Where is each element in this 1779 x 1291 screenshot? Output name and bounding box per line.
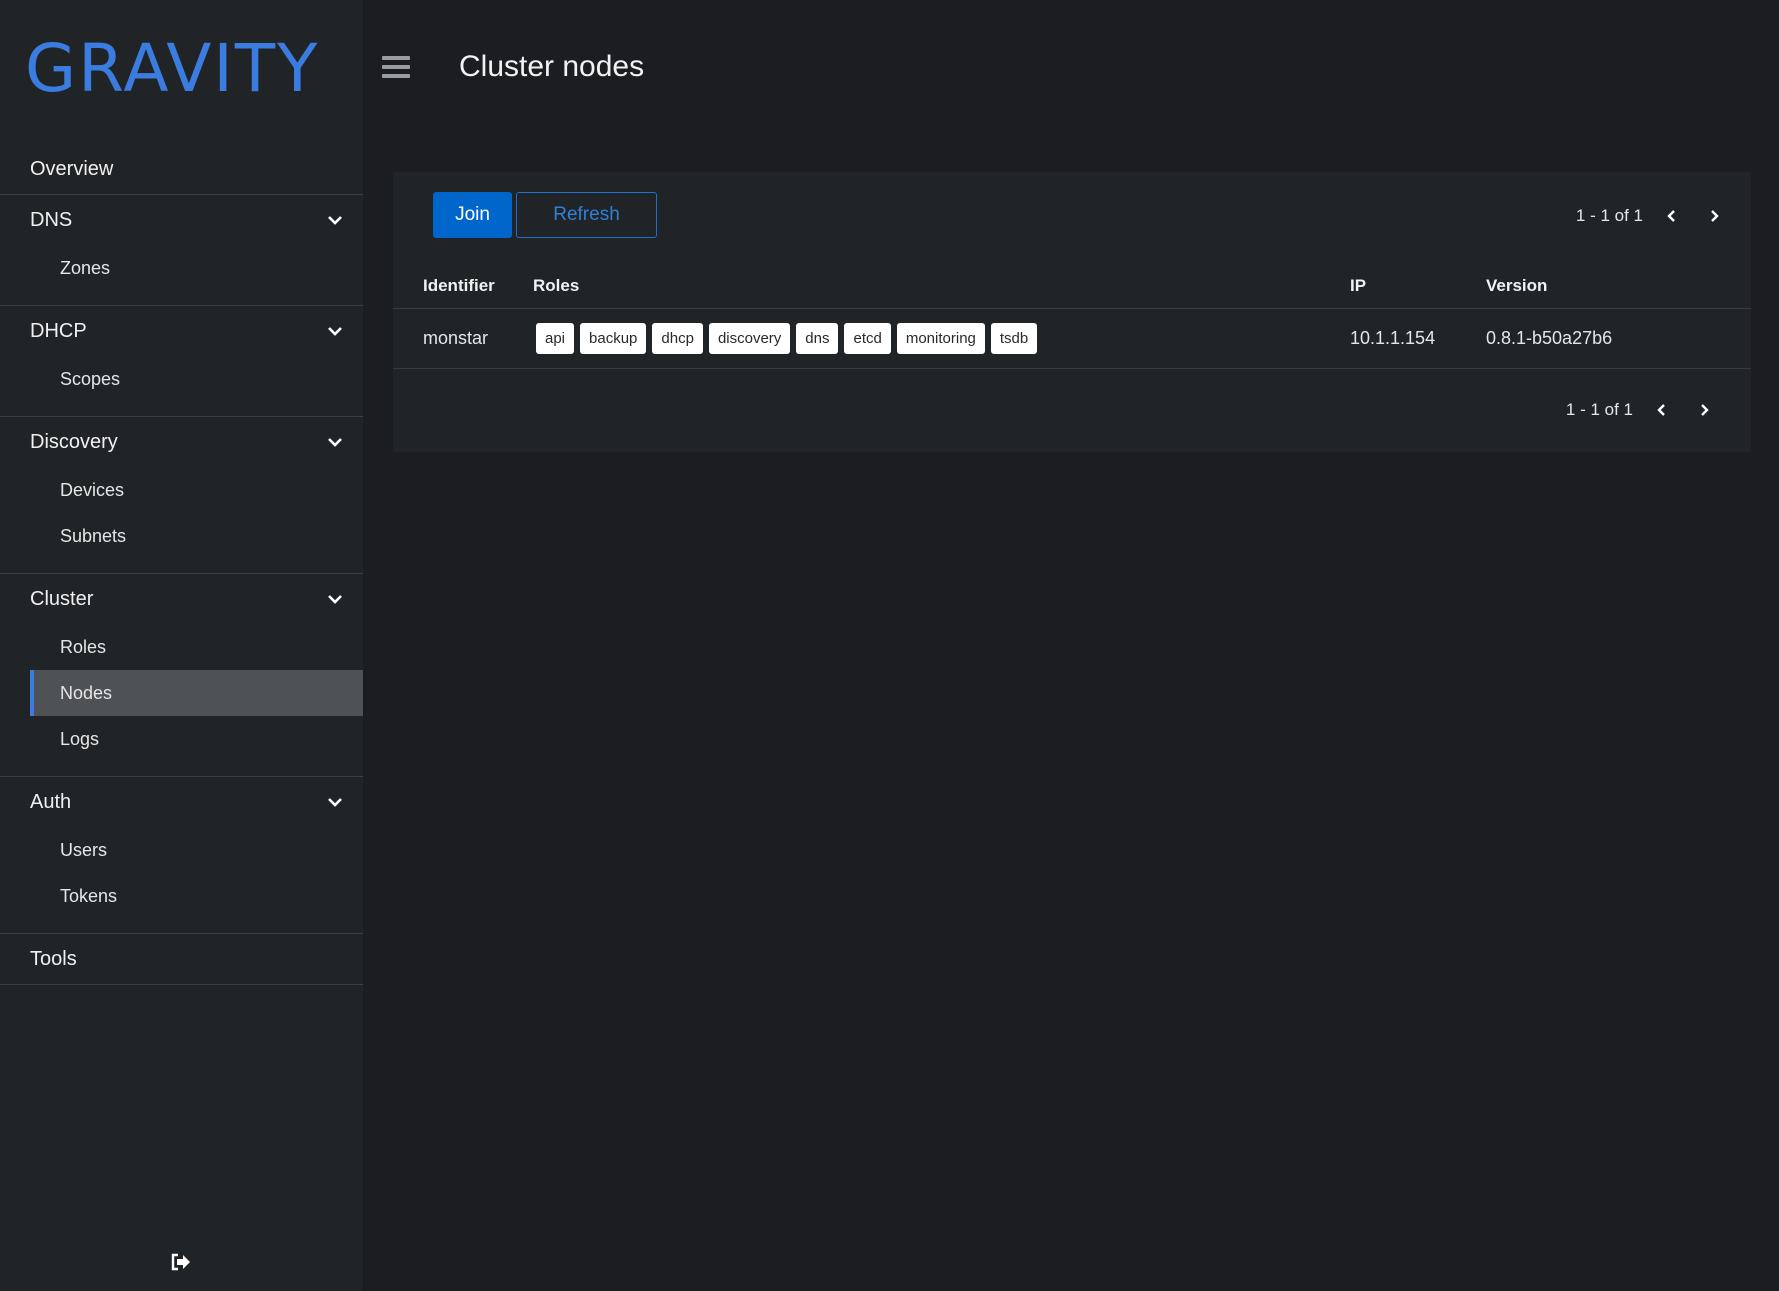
- sidebar-item-label: Nodes: [60, 682, 113, 703]
- pagination-top: 1 - 1 of 1: [1576, 206, 1721, 226]
- role-label: tsdb: [990, 322, 1038, 354]
- sidebar-item-tokens[interactable]: Tokens: [30, 873, 363, 919]
- chevron-down-icon[interactable]: [327, 434, 343, 450]
- nav-sub-dns: Zones: [0, 245, 363, 305]
- sidebar-item-label: DNS: [30, 208, 73, 231]
- nav-group-discovery: Discovery Devices Subnets: [0, 417, 363, 574]
- chevron-down-icon[interactable]: [327, 794, 343, 810]
- sidebar-item-label: Auth: [30, 790, 72, 813]
- chevron-left-icon[interactable]: [1665, 209, 1679, 223]
- sidebar-item-dhcp[interactable]: DHCP: [0, 306, 363, 356]
- join-button[interactable]: Join: [433, 192, 512, 238]
- nav-sub-auth: Users Tokens: [0, 827, 363, 933]
- node-ip: 10.1.1.154: [1350, 308, 1486, 369]
- column-header-roles: Roles: [533, 264, 1350, 309]
- node-identifier: monstar: [393, 308, 533, 369]
- sidebar-item-cluster[interactable]: Cluster: [0, 574, 363, 624]
- nav-group-overview: Overview: [0, 144, 363, 195]
- sidebar-item-label: Logs: [60, 728, 100, 749]
- sidebar-item-label: Scopes: [60, 368, 121, 389]
- hamburger-icon[interactable]: [382, 56, 410, 82]
- pagination-bottom: 1 - 1 of 1: [1566, 400, 1711, 420]
- sidebar-item-label: Overview: [30, 157, 114, 180]
- chevron-down-icon[interactable]: [327, 212, 343, 228]
- role-label: monitoring: [896, 322, 985, 354]
- sidebar-item-label: Cluster: [30, 587, 94, 610]
- role-label: dhcp: [652, 322, 703, 354]
- sidebar-item-dns[interactable]: DNS: [0, 195, 363, 245]
- nav-sub-cluster: Roles Nodes Logs: [0, 624, 363, 776]
- chevron-right-icon[interactable]: [1707, 209, 1721, 223]
- sidebar-item-label: Zones: [60, 257, 111, 278]
- page-title: Cluster nodes: [459, 50, 645, 83]
- nodes-card: Join Refresh 1 - 1 of 1 Identifier Roles…: [393, 172, 1751, 452]
- nodes-table: Identifier Roles IP Version monstar api …: [393, 264, 1751, 369]
- node-roles: api backup dhcp discovery dns etcd monit…: [533, 308, 1350, 369]
- table-header-row: Identifier Roles IP Version: [393, 264, 1751, 309]
- sidebar: GRAVITY Overview DNS Zones DHCP Scopes D…: [0, 0, 363, 1291]
- sidebar-item-label: Tokens: [60, 885, 118, 906]
- pagination-range: 1 - 1 of 1: [1565, 400, 1633, 419]
- sidebar-item-roles[interactable]: Roles: [30, 624, 363, 670]
- sidebar-item-auth[interactable]: Auth: [0, 777, 363, 827]
- role-label: api: [536, 322, 575, 354]
- chevron-down-icon[interactable]: [327, 323, 343, 339]
- toolbar: Join Refresh: [433, 192, 657, 238]
- nav-sub-dhcp: Scopes: [0, 356, 363, 416]
- sidebar-item-users[interactable]: Users: [30, 827, 363, 873]
- pagination-range: 1 - 1 of 1: [1575, 206, 1643, 225]
- sidebar-item-label: Devices: [60, 479, 125, 500]
- sidebar-item-tools[interactable]: Tools: [0, 934, 363, 984]
- logout-icon[interactable]: [170, 1252, 192, 1272]
- sidebar-item-label: Users: [60, 839, 108, 860]
- refresh-button[interactable]: Refresh: [516, 192, 657, 238]
- role-labels: api backup dhcp discovery dns etcd monit…: [533, 322, 1350, 354]
- node-version: 0.8.1-b50a27b6: [1486, 308, 1751, 369]
- sidebar-item-discovery[interactable]: Discovery: [0, 417, 363, 467]
- sidebar-item-subnets[interactable]: Subnets: [30, 513, 363, 559]
- chevron-left-icon[interactable]: [1655, 403, 1669, 417]
- sidebar-item-overview[interactable]: Overview: [0, 144, 363, 194]
- gravity-logo[interactable]: GRAVITY: [25, 36, 320, 102]
- column-header-ip: IP: [1350, 264, 1486, 309]
- sidebar-item-label: Roles: [60, 636, 107, 657]
- table-row[interactable]: monstar api backup dhcp discovery dns et…: [393, 308, 1751, 369]
- sidebar-item-devices[interactable]: Devices: [30, 467, 363, 513]
- column-header-identifier: Identifier: [393, 264, 533, 309]
- sidebar-item-scopes[interactable]: Scopes: [30, 356, 363, 402]
- role-label: discovery: [708, 322, 791, 354]
- role-label: dns: [796, 322, 839, 354]
- role-label: backup: [580, 322, 647, 354]
- sidebar-nav: Overview DNS Zones DHCP Scopes Discovery…: [0, 144, 363, 985]
- nav-sub-discovery: Devices Subnets: [0, 467, 363, 573]
- nav-group-cluster: Cluster Roles Nodes Logs: [0, 574, 363, 777]
- chevron-down-icon[interactable]: [327, 591, 343, 607]
- sidebar-item-nodes[interactable]: Nodes: [30, 670, 363, 716]
- nav-group-auth: Auth Users Tokens: [0, 777, 363, 934]
- chevron-right-icon[interactable]: [1697, 403, 1711, 417]
- role-label: etcd: [844, 322, 891, 354]
- sidebar-item-label: Discovery: [30, 430, 118, 453]
- column-header-version: Version: [1486, 264, 1751, 309]
- sidebar-item-label: Tools: [30, 947, 77, 970]
- sidebar-item-zones[interactable]: Zones: [30, 245, 363, 291]
- sidebar-item-label: DHCP: [30, 319, 87, 342]
- nav-group-dns: DNS Zones: [0, 195, 363, 306]
- nav-group-tools: Tools: [0, 934, 363, 985]
- sidebar-item-label: Subnets: [60, 525, 127, 546]
- sidebar-item-logs[interactable]: Logs: [30, 716, 363, 762]
- nav-group-dhcp: DHCP Scopes: [0, 306, 363, 417]
